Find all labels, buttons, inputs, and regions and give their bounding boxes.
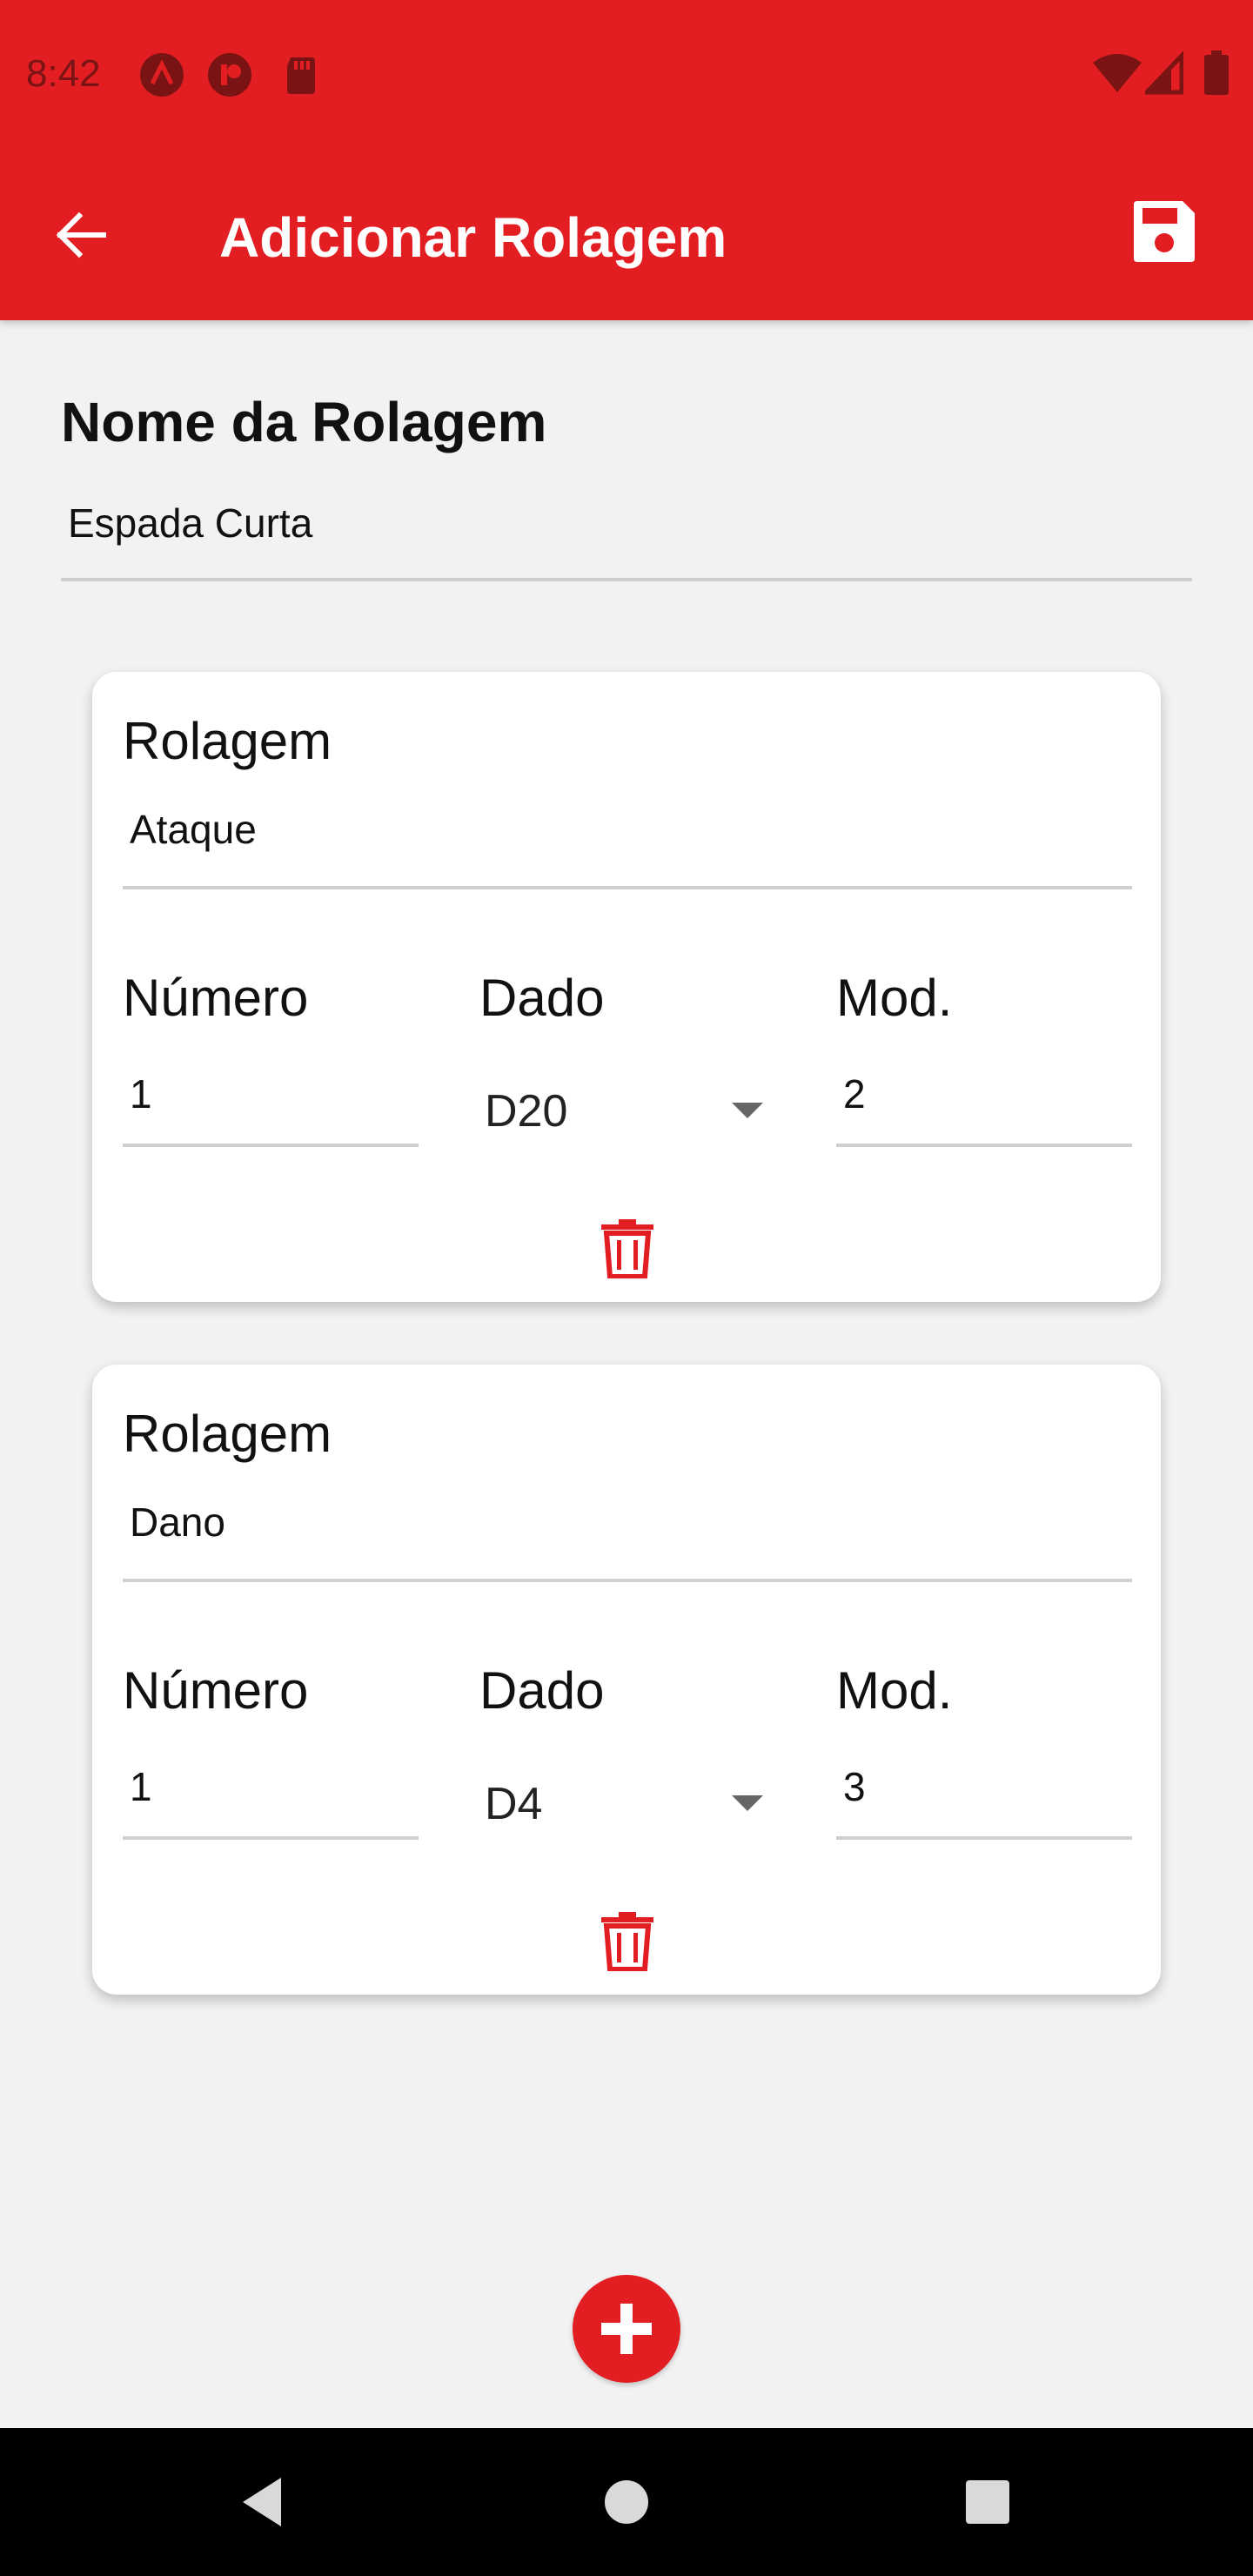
dado-dropdown[interactable]: D4 [472, 1761, 786, 1844]
app-p-icon [208, 53, 251, 97]
roll-type-input[interactable]: Ataque [123, 802, 1132, 889]
delete-button[interactable] [588, 1904, 667, 1977]
roll-card-title: Rolagem [123, 712, 332, 770]
roll-name-label: Nome da Rolagem [61, 391, 547, 453]
dado-value: D4 [485, 1779, 543, 1829]
dado-label: Dado [479, 969, 605, 1027]
dado-dropdown[interactable]: D20 [472, 1068, 786, 1151]
roll-card: Rolagem Ataque Número Dado Mod. 1 D20 2 [92, 672, 1161, 1302]
trash-icon [601, 1219, 653, 1278]
nav-home-button[interactable] [587, 2463, 666, 2541]
add-icon [601, 2304, 652, 2354]
roll-name-input[interactable]: Espada Curta [61, 496, 1192, 581]
signal-icon [1145, 50, 1183, 95]
save-button[interactable] [1122, 190, 1206, 273]
nav-recents-button[interactable] [948, 2463, 1027, 2541]
arrow-back-icon [56, 211, 106, 258]
dropdown-arrow-icon [732, 1795, 763, 1811]
mod-label: Mod. [836, 1661, 953, 1720]
back-button[interactable] [44, 198, 117, 272]
dropdown-arrow-icon [732, 1103, 763, 1118]
numero-input[interactable]: 1 [123, 1063, 419, 1147]
numero-label: Número [123, 969, 309, 1027]
back-triangle-icon [243, 2478, 281, 2526]
mod-label: Mod. [836, 969, 953, 1027]
mod-input[interactable]: 2 [836, 1063, 1132, 1147]
roll-card-title: Rolagem [123, 1405, 332, 1463]
roll-card: Rolagem Dano Número Dado Mod. 1 D4 3 [92, 1365, 1161, 1995]
delete-button[interactable] [588, 1211, 667, 1285]
nav-back-button[interactable] [223, 2463, 301, 2541]
mod-input[interactable]: 3 [836, 1756, 1132, 1840]
status-time: 8:42 [26, 52, 101, 95]
numero-label: Número [123, 1661, 309, 1720]
app-bar: Adicionar Rolagem [0, 148, 1253, 320]
home-circle-icon [605, 2480, 648, 2524]
roll-type-input[interactable]: Dano [123, 1495, 1132, 1582]
add-roll-button[interactable] [573, 2275, 680, 2383]
dado-label: Dado [479, 1661, 605, 1720]
sd-card-icon [287, 57, 315, 94]
status-bar: 8:42 [0, 0, 1253, 148]
save-icon [1134, 201, 1195, 262]
dado-value: D20 [485, 1086, 568, 1137]
app-a-icon [140, 53, 184, 97]
numero-input[interactable]: 1 [123, 1756, 419, 1840]
trash-icon [601, 1912, 653, 1971]
page-title: Adicionar Rolagem [219, 206, 727, 269]
system-nav-bar [0, 2428, 1253, 2576]
battery-icon [1204, 50, 1229, 95]
recents-square-icon [966, 2480, 1009, 2524]
wifi-icon [1093, 54, 1142, 92]
